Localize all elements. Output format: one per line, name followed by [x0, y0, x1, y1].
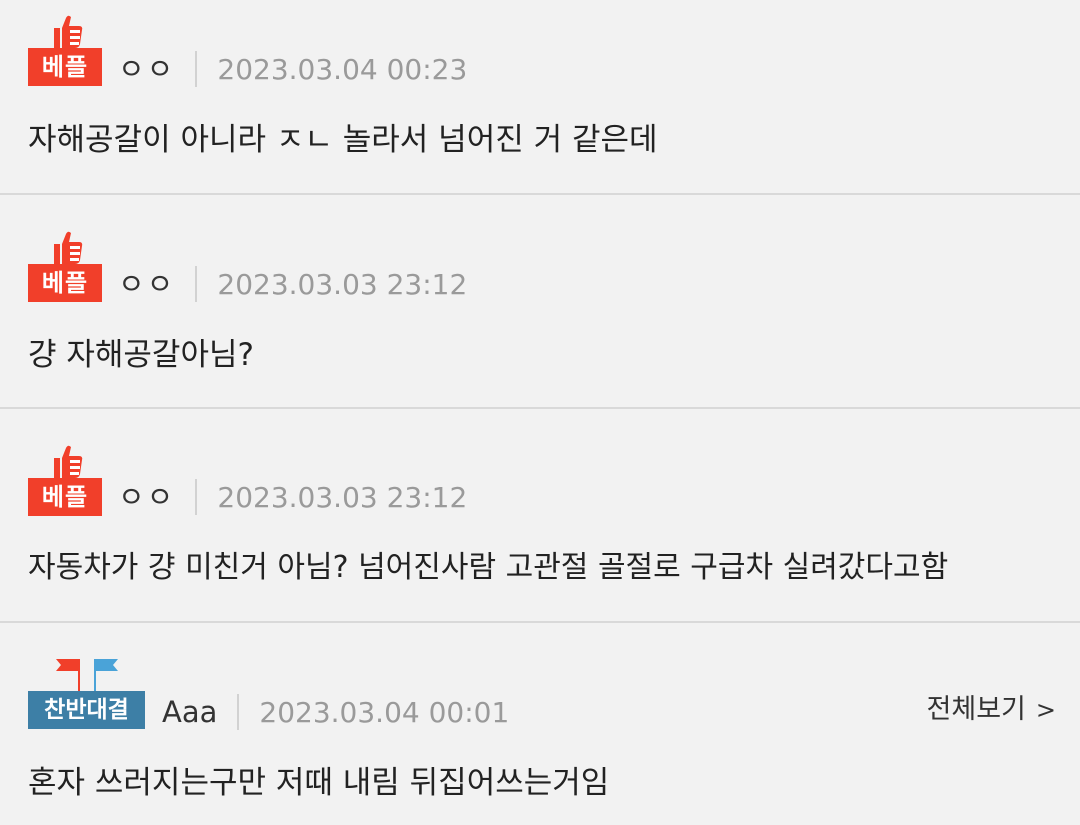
comment-date: 2023.03.03 23:12: [217, 268, 468, 301]
thumbs-up-icon: [54, 445, 83, 478]
comment-author[interactable]: ㅇㅇ: [118, 480, 175, 514]
comment-date: 2023.03.03 23:12: [217, 481, 468, 514]
comment-meta: ㅇㅇ 2023.03.03 23:12: [118, 477, 467, 517]
comment-item: 베플 ㅇㅇ 2023.03.03 23:12 자동차가 걍 미친거 아님? 넘어진…: [0, 409, 1080, 622]
comment-item: 찬반대결 Aaa 2023.03.04 00:01 전체보기 > 혼자 쓰러지는구만…: [0, 623, 1080, 825]
comment-author[interactable]: ㅇㅇ: [118, 52, 175, 86]
comment-meta: ㅇㅇ 2023.03.03 23:12: [118, 264, 467, 304]
comment-text: 자동차가 걍 미친거 아님? 넘어진사람 고관절 골절로 구급차 실려갔다고함: [28, 550, 949, 585]
comment-author[interactable]: ㅇㅇ: [118, 267, 175, 301]
meta-divider: [237, 694, 240, 730]
meta-divider: [195, 266, 198, 302]
meta-divider: [195, 479, 198, 515]
debate-label: 찬반대결: [28, 691, 145, 729]
chevron-right-icon: >: [1035, 696, 1056, 724]
comment-text: 걍 자해공갈아님?: [28, 337, 254, 373]
thumbs-up-icon: [54, 231, 83, 264]
comment-item: 베플 ㅇㅇ 2023.03.03 23:12 걍 자해공갈아님?: [0, 195, 1080, 408]
comment-text: 혼자 쓰러지는구만 저때 내림 뒤집어쓰는거임: [28, 765, 610, 801]
comment-author[interactable]: Aaa: [162, 695, 217, 729]
comment-meta: Aaa 2023.03.04 00:01: [162, 692, 509, 732]
comment-item: 베플 ㅇㅇ 2023.03.04 00:23 자해공갈이 아니라 ㅈㄴ 놀라서 넘…: [0, 0, 1080, 194]
best-label: 베플: [28, 264, 102, 302]
view-all-label: 전체보기: [926, 694, 1026, 725]
comment-date: 2023.03.04 00:23: [217, 53, 468, 86]
meta-divider: [195, 51, 198, 87]
best-label: 베플: [28, 48, 102, 86]
comment-text: 자해공갈이 아니라 ㅈㄴ 놀라서 넘어진 거 같은데: [28, 122, 658, 158]
thumbs-up-icon: [54, 15, 83, 48]
comment-date: 2023.03.04 00:01: [259, 696, 510, 729]
best-label: 베플: [28, 478, 102, 516]
red-blue-flags-icon: [56, 659, 118, 691]
comment-meta: ㅇㅇ 2023.03.04 00:23: [118, 49, 467, 89]
view-all-link[interactable]: 전체보기 >: [927, 690, 1056, 730]
